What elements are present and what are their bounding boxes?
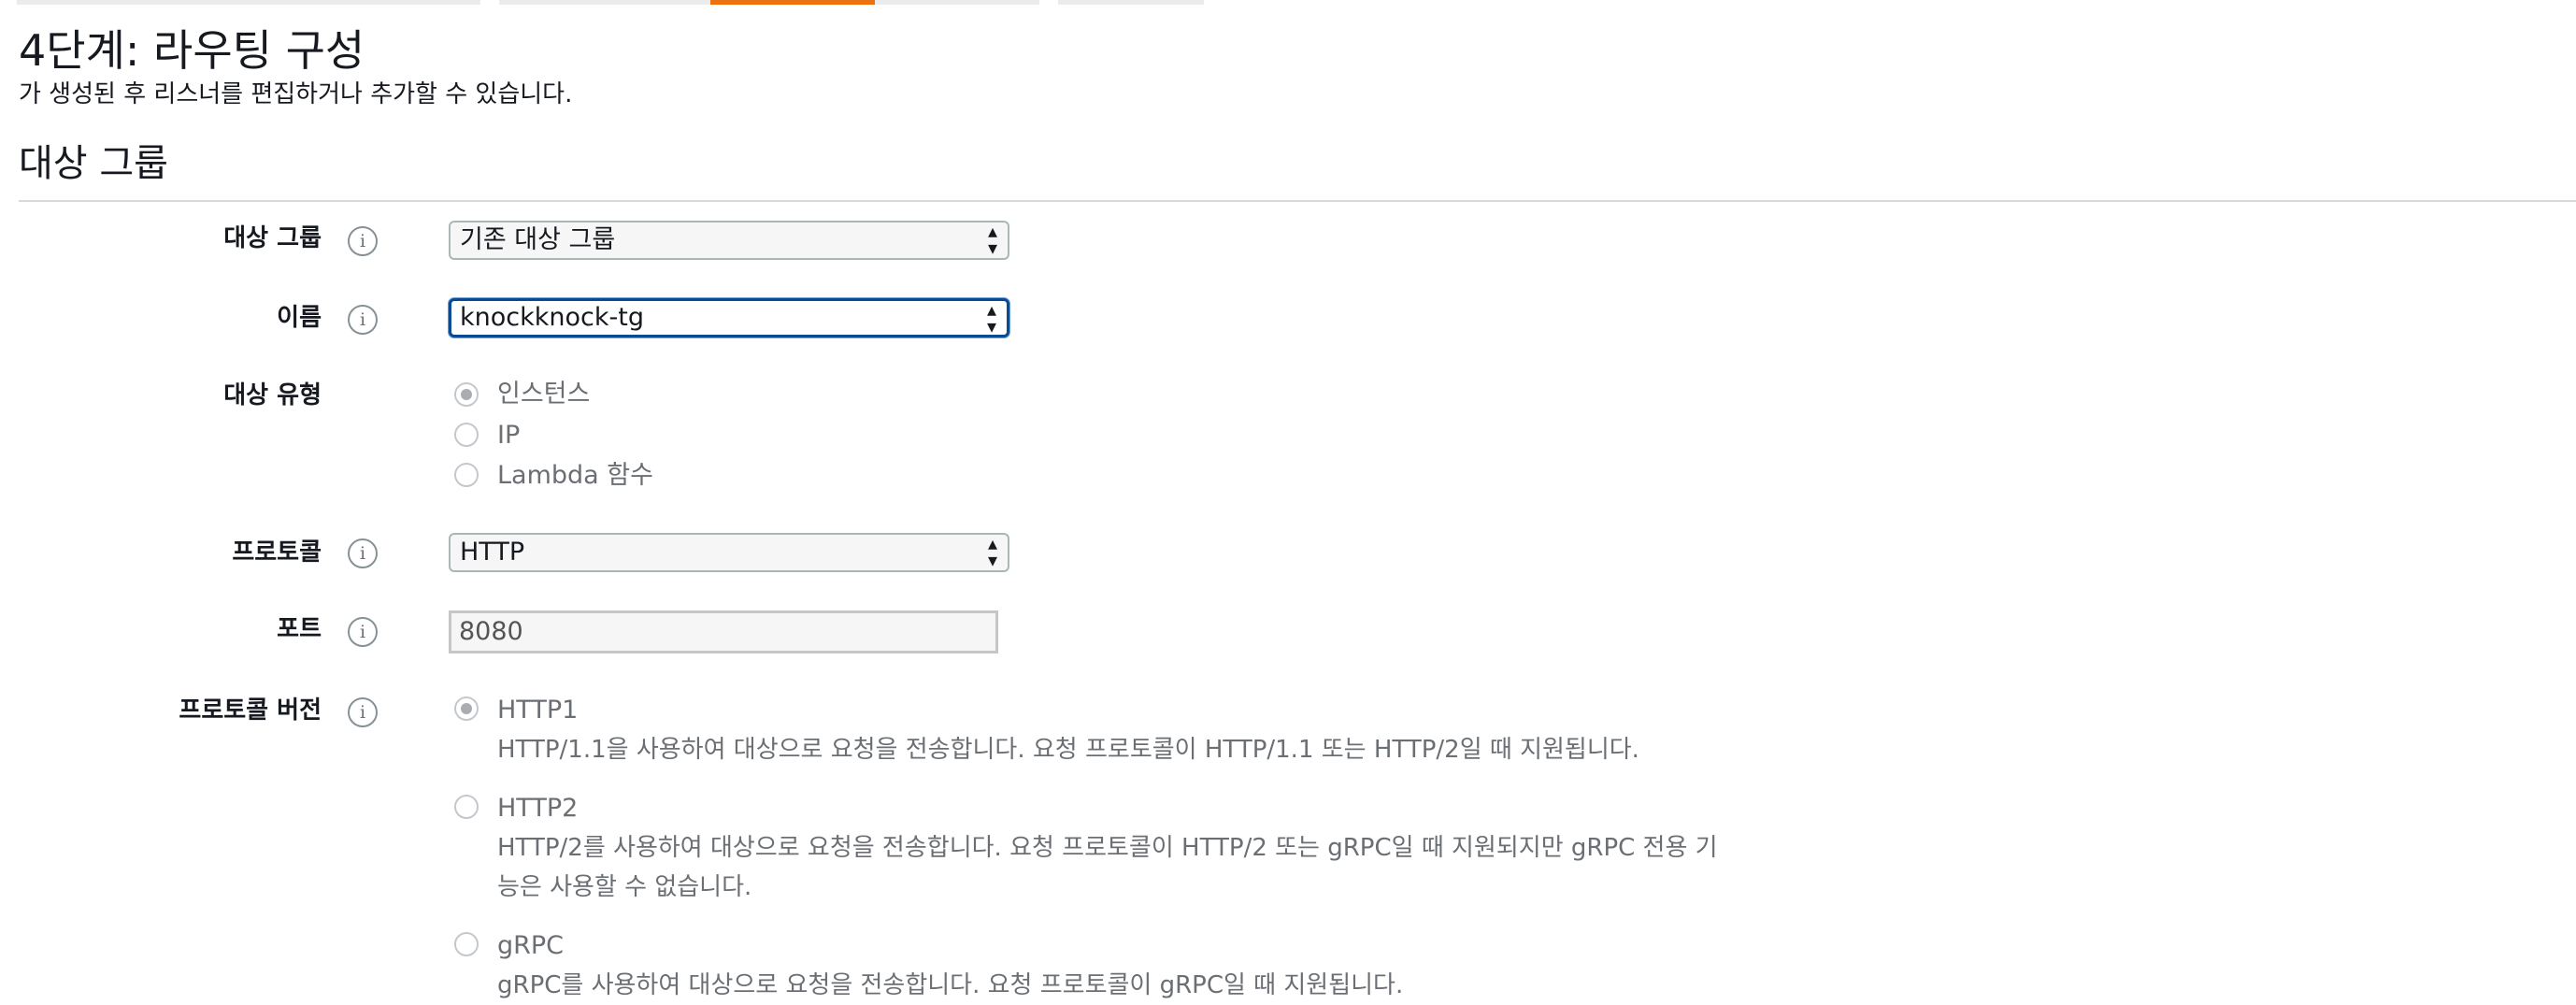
target-group-label: 대상 그룹 bbox=[223, 224, 322, 252]
info-icon[interactable]: i bbox=[348, 226, 378, 256]
protocol-select-value: HTTP bbox=[460, 538, 525, 567]
info-icon[interactable]: i bbox=[348, 697, 378, 727]
protocol-version-http1-description: HTTP/1.1을 사용하여 대상으로 요청을 전송합니다. 요청 프로토콜이 … bbox=[497, 736, 1639, 764]
target-type-ip-radio[interactable] bbox=[454, 423, 479, 447]
section-title: 대상 그룹 bbox=[19, 142, 168, 185]
wizard-step-1[interactable] bbox=[17, 0, 480, 5]
protocol-version-grpc-radio[interactable] bbox=[454, 932, 479, 956]
protocol-label: 프로토콜 bbox=[232, 538, 322, 567]
name-select[interactable]: knockknock-tg ▴ ▾ bbox=[449, 298, 1009, 337]
page-subtitle: 가 생성된 후 리스너를 편집하거나 추가할 수 있습니다. bbox=[19, 80, 573, 108]
info-icon[interactable]: i bbox=[348, 617, 378, 647]
target-type-lambda-label: Lambda 함수 bbox=[497, 461, 653, 490]
select-arrows-icon: ▴ ▾ bbox=[987, 220, 998, 259]
protocol-version-http2-label: HTTP2 bbox=[497, 794, 579, 823]
protocol-version-http2-description: HTTP/2를 사용하여 대상으로 요청을 전송합니다. 요청 프로토콜이 HT… bbox=[497, 834, 1718, 901]
protocol-version-label: 프로토콜 버전 bbox=[179, 696, 322, 725]
port-input[interactable]: 8080 bbox=[449, 610, 998, 653]
info-icon[interactable]: i bbox=[348, 538, 378, 568]
target-type-instance-label: 인스턴스 bbox=[497, 380, 591, 409]
wizard-step-4-active[interactable] bbox=[710, 0, 875, 5]
protocol-version-http1-label: HTTP1 bbox=[497, 696, 579, 725]
protocol-version-http1-radio[interactable] bbox=[454, 696, 479, 721]
wizard-step-6[interactable] bbox=[1058, 0, 1204, 5]
page-title: 4단계: 라우팅 구성 bbox=[19, 25, 365, 76]
protocol-version-http2-radio[interactable] bbox=[454, 795, 479, 819]
section-divider bbox=[19, 200, 2576, 202]
port-label: 포트 bbox=[277, 615, 322, 643]
target-type-instance-radio[interactable] bbox=[454, 382, 479, 407]
protocol-version-grpc-description: gRPC를 사용하여 대상으로 요청을 전송합니다. 요청 프로토콜이 gRPC… bbox=[497, 971, 1404, 999]
protocol-version-grpc-label: gRPC bbox=[497, 931, 565, 960]
select-arrows-icon: ▴ ▾ bbox=[986, 298, 997, 337]
target-group-select-value: 기존 대상 그룹 bbox=[460, 225, 616, 254]
target-group-select[interactable]: 기존 대상 그룹 ▴ ▾ bbox=[449, 221, 1009, 260]
info-icon[interactable]: i bbox=[348, 305, 378, 335]
target-type-label: 대상 유형 bbox=[223, 381, 322, 409]
target-type-lambda-radio[interactable] bbox=[454, 463, 479, 487]
protocol-select[interactable]: HTTP ▴ ▾ bbox=[449, 533, 1009, 572]
wizard-step-5[interactable] bbox=[894, 0, 1039, 5]
target-type-ip-label: IP bbox=[497, 421, 521, 450]
name-label: 이름 bbox=[277, 304, 322, 332]
select-arrows-icon: ▴ ▾ bbox=[987, 532, 998, 571]
name-select-value: knockknock-tg bbox=[460, 303, 644, 332]
